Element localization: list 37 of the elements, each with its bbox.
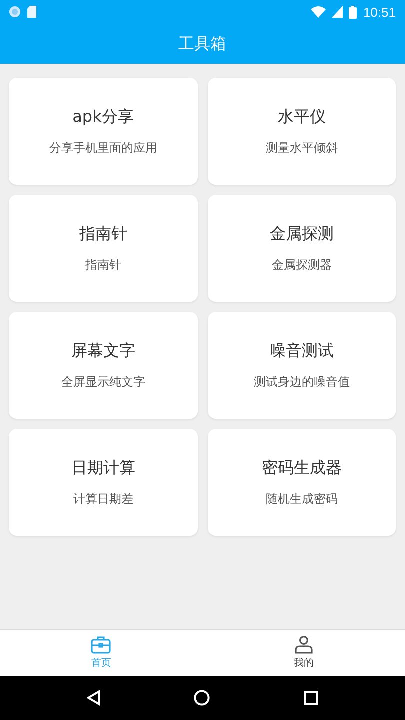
tool-card[interactable]: 日期计算 计算日期差 (9, 429, 198, 536)
app-title: 工具箱 (178, 34, 226, 54)
tool-card[interactable]: 密码生成器 随机生成密码 (208, 429, 396, 536)
wifi-icon (311, 6, 326, 18)
tool-card[interactable]: 水平仪 测量水平倾斜 (208, 78, 396, 185)
record-icon (9, 6, 21, 18)
tool-title: 金属探测 (270, 224, 334, 244)
tool-title: 水平仪 (278, 106, 326, 128)
home-icon[interactable] (194, 690, 210, 706)
tool-title: 日期计算 (71, 458, 136, 478)
tool-subtitle: 指南针 (85, 256, 122, 274)
tool-card[interactable]: apk分享 分享手机里面的应用 (9, 78, 198, 185)
tool-title: 屏幕文字 (71, 340, 136, 362)
nav-tab[interactable]: 我的 (202, 630, 405, 676)
tool-card[interactable]: 指南针 指南针 (9, 195, 198, 302)
tool-subtitle: 测试身边的噪音值 (254, 374, 350, 390)
tool-card[interactable]: 屏幕文字 全屏显示纯文字 (9, 312, 198, 419)
sd-card-icon (27, 6, 37, 18)
tool-subtitle: 测量水平倾斜 (266, 140, 338, 156)
tool-subtitle: 金属探测器 (272, 256, 332, 274)
tool-card[interactable]: 金属探测 金属探测器 (208, 195, 396, 302)
battery-icon (349, 6, 358, 18)
tool-subtitle: 随机生成密码 (266, 490, 338, 508)
recents-icon[interactable] (304, 691, 318, 705)
tool-title: 密码生成器 (262, 458, 342, 478)
signal-icon (332, 6, 344, 18)
tool-subtitle: 全屏显示纯文字 (61, 374, 146, 390)
tool-title: 噪音测试 (270, 340, 334, 362)
toolbox-icon (91, 636, 112, 654)
tool-title: apk分享 (72, 106, 134, 128)
tool-card[interactable]: 噪音测试 测试身边的噪音值 (208, 312, 396, 419)
status-time: 10:51 (363, 4, 396, 20)
person-icon (294, 636, 314, 654)
tool-subtitle: 计算日期差 (73, 490, 134, 508)
tool-title: 指南针 (79, 224, 128, 244)
back-icon[interactable] (86, 690, 101, 706)
tool-subtitle: 分享手机里面的应用 (49, 140, 158, 156)
